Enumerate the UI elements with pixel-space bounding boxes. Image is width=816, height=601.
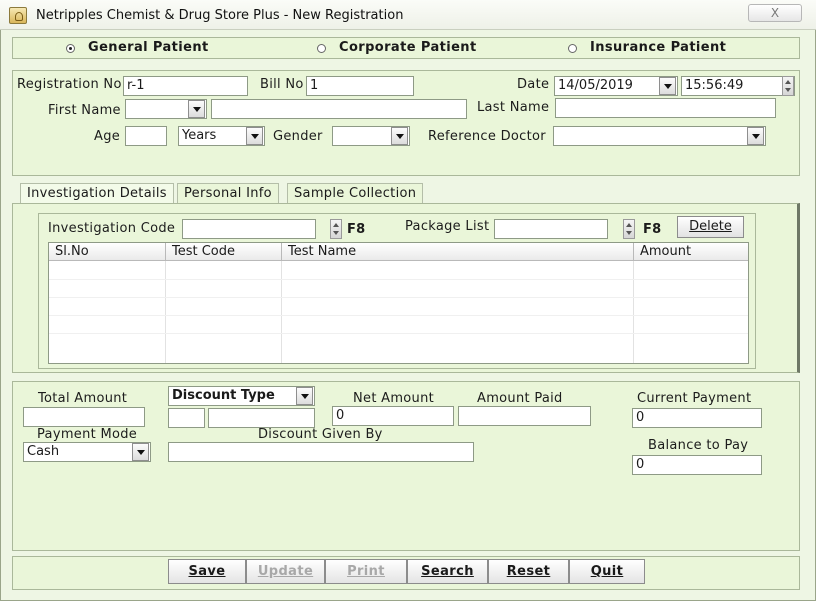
package-list-spinner-icon[interactable] xyxy=(623,219,635,239)
window-title: Netripples Chemist & Drug Store Plus - N… xyxy=(36,8,404,23)
registration-no-input[interactable]: r-1 xyxy=(123,76,248,96)
discount-given-by-input[interactable] xyxy=(168,442,474,462)
first-name-label: First Name xyxy=(48,103,121,118)
bill-no-label: Bill No xyxy=(260,77,304,92)
radio-insurance-patient[interactable] xyxy=(568,42,577,56)
radio-general-patient[interactable] xyxy=(66,42,75,56)
amount-paid-input[interactable] xyxy=(458,406,591,426)
date-label: Date xyxy=(517,77,550,92)
chevron-down-icon[interactable] xyxy=(188,100,205,118)
radio-unselected-icon xyxy=(317,44,326,53)
column-header-sl-no[interactable]: Sl.No xyxy=(49,243,166,261)
delete-button[interactable]: Delete xyxy=(677,216,744,238)
reset-button[interactable]: Reset xyxy=(488,559,569,584)
investigation-code-spinner-icon[interactable] xyxy=(330,219,342,239)
investigation-code-label: Investigation Code xyxy=(48,221,176,236)
current-payment-input[interactable]: 0 xyxy=(632,408,762,428)
last-name-label: Last Name xyxy=(477,100,550,115)
update-button[interactable]: Update xyxy=(246,559,325,584)
close-icon: X xyxy=(770,6,780,20)
package-list-shortcut: F8 xyxy=(643,222,662,237)
discount-given-by-label: Discount Given By xyxy=(258,427,383,442)
discount-type-select[interactable]: Discount Type xyxy=(168,386,315,406)
amount-paid-label: Amount Paid xyxy=(477,391,563,406)
total-amount-label: Total Amount xyxy=(38,391,128,406)
close-button[interactable]: X xyxy=(748,4,802,22)
balance-to-pay-label: Balance to Pay xyxy=(648,438,749,453)
app-icon xyxy=(9,7,27,24)
registration-no-label: Registration No xyxy=(17,77,122,92)
column-divider xyxy=(281,261,282,363)
chevron-down-icon[interactable] xyxy=(246,127,263,145)
investigation-table[interactable]: Sl.No Test Code Test Name Amount xyxy=(48,242,749,364)
row-divider xyxy=(49,297,748,298)
column-divider xyxy=(165,261,166,363)
reference-doctor-select[interactable] xyxy=(553,126,766,146)
chevron-down-icon[interactable] xyxy=(747,127,764,145)
package-list-label: Package List xyxy=(405,219,490,234)
radio-corporate-label: Corporate Patient xyxy=(339,40,477,55)
radio-selected-icon xyxy=(66,44,75,53)
discount-percent-input[interactable] xyxy=(168,408,205,428)
search-button[interactable]: Search xyxy=(407,559,488,584)
gender-label: Gender xyxy=(273,129,323,144)
reference-doctor-label: Reference Doctor xyxy=(428,129,546,144)
radio-insurance-label: Insurance Patient xyxy=(590,40,727,55)
chevron-down-icon[interactable] xyxy=(296,387,313,405)
row-divider xyxy=(49,315,748,316)
column-header-amount[interactable]: Amount xyxy=(634,243,748,261)
net-amount-input[interactable]: 0 xyxy=(332,406,454,426)
discount-amount-input[interactable] xyxy=(208,408,315,428)
column-header-test-name[interactable]: Test Name xyxy=(282,243,634,261)
column-header-test-code[interactable]: Test Code xyxy=(166,243,282,261)
tab-sample-collection[interactable]: Sample Collection xyxy=(287,183,424,203)
balance-to-pay-input[interactable]: 0 xyxy=(632,455,762,475)
investigation-code-input[interactable] xyxy=(182,219,316,239)
package-list-input[interactable] xyxy=(494,219,608,239)
chevron-down-icon[interactable] xyxy=(132,443,149,461)
time-spinner-icon[interactable] xyxy=(782,76,794,96)
last-name-input[interactable] xyxy=(555,98,776,118)
date-dropdown-icon[interactable] xyxy=(659,77,676,95)
tab-investigation-details[interactable]: Investigation Details xyxy=(20,183,174,203)
row-divider xyxy=(49,333,748,334)
tab-personal-info[interactable]: Personal Info xyxy=(177,183,279,203)
quit-button[interactable]: Quit xyxy=(569,559,645,584)
first-name-input[interactable] xyxy=(211,99,467,119)
time-input[interactable]: 15:56:49 xyxy=(681,76,795,96)
bill-no-input[interactable]: 1 xyxy=(306,76,414,96)
age-input[interactable] xyxy=(125,126,167,146)
save-button[interactable]: Save xyxy=(168,559,246,584)
time-value: 15:56:49 xyxy=(685,78,744,93)
date-value: 14/05/2019 xyxy=(558,78,633,93)
age-label: Age xyxy=(94,129,121,144)
row-divider xyxy=(49,279,748,280)
radio-general-label: General Patient xyxy=(88,40,209,55)
radio-corporate-patient[interactable] xyxy=(317,42,326,56)
total-amount-input[interactable] xyxy=(23,407,145,427)
net-amount-label: Net Amount xyxy=(353,391,435,406)
payment-mode-label: Payment Mode xyxy=(37,427,138,442)
radio-unselected-icon xyxy=(568,44,577,53)
chevron-down-icon[interactable] xyxy=(391,127,408,145)
column-divider xyxy=(633,261,634,363)
investigation-code-shortcut: F8 xyxy=(347,222,366,237)
print-button[interactable]: Print xyxy=(325,559,407,584)
current-payment-label: Current Payment xyxy=(637,391,752,406)
